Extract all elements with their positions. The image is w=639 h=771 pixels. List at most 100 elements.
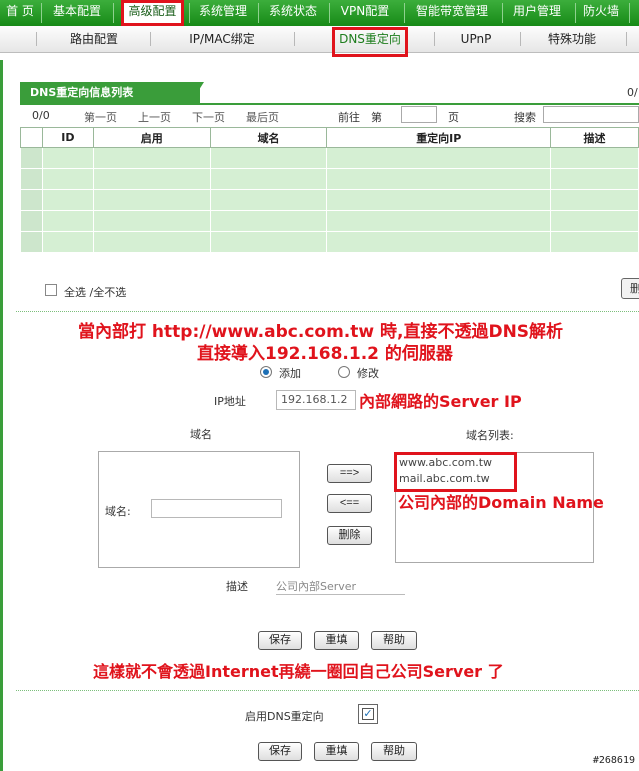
topnav-vpn-config[interactable]: VPN配置 [330,0,400,26]
description-label: 描述 [226,580,248,593]
table-cell [550,147,639,169]
search-label: 搜索 [514,111,536,124]
subnav-upnp[interactable]: UPnP [454,26,498,52]
table-cell [41,147,94,169]
ip-address-label: IP地址 [214,395,246,408]
subnav-special-functions[interactable]: 特殊功能 [540,26,604,52]
select-all-label[interactable]: 全选 /全不选 [64,284,126,300]
topnav-separator [629,3,630,23]
top-nav: 首 页 基本配置 高级配置 系统管理 系统状态 VPN配置 智能带宽管理 用户管… [0,0,639,26]
mode-add-label[interactable]: 添加 [279,365,301,381]
subnav-separator [520,32,521,46]
help-button[interactable]: 帮助 [371,631,417,650]
mode-modify-label[interactable]: 修改 [357,365,379,381]
highlight-box-domain-list [394,452,517,492]
table-cell [92,189,211,211]
topnav-system-management[interactable]: 系统管理 [190,0,256,26]
column-header-enabled: 启用 [92,127,211,148]
highlight-box-dns-redirect [332,27,408,57]
enable-dns-redirect-frame: ✓ [358,704,378,724]
table-cell [20,168,43,190]
topnav-bandwidth-management[interactable]: 智能带宽管理 [405,0,499,26]
annotation-domain-name: 公司內部的Domain Name [398,493,604,512]
table-cell [41,231,94,253]
pager-goto-label: 前往 [338,111,360,124]
table-cell [92,168,211,190]
subnav-separator [294,32,295,46]
page-count-right: 0/ [627,86,638,99]
enable-reset-button[interactable]: 重填 [314,742,359,761]
subnav-ip-mac-binding[interactable]: IP/MAC绑定 [180,26,264,52]
pager-page-suffix: 页 [448,111,459,124]
table-cell [550,189,639,211]
enable-help-button[interactable]: 帮助 [371,742,417,761]
column-header-domain: 域名 [209,127,328,148]
table-cell [550,210,639,232]
table-cell [41,210,94,232]
topnav-basic-config[interactable]: 基本配置 [42,0,112,26]
ip-address-input[interactable]: 192.168.1.2 [276,390,356,410]
annotation-server-ip: 內部網路的Server IP [359,392,522,411]
select-all-checkbox[interactable] [45,284,57,296]
delete-domain-button[interactable]: 删除 [327,526,372,545]
table-header-row: ID 启用 域名 重定向IP 描述 [20,127,639,148]
table-cell [92,231,211,253]
table-cell [326,189,552,211]
subnav-separator [434,32,435,46]
annotation-bottom: 這樣就不會透過Internet再繞一圈回自己公司Server 了 [93,662,504,681]
subnav-separator [36,32,37,46]
search-input[interactable] [543,106,639,123]
enable-save-button[interactable]: 保存 [258,742,302,761]
table-cell [550,168,639,190]
pager-next-link[interactable]: 下一页 [192,109,225,125]
highlight-box-advanced-config [121,0,184,26]
delete-selected-button[interactable]: 删 [621,278,639,299]
reset-button[interactable]: 重填 [314,631,359,650]
subnav-routing-config[interactable]: 路由配置 [56,26,132,52]
table-title: DNS重定向信息列表 [20,82,200,104]
column-header-id: ID [41,127,94,148]
pager-page-prefix: 第 [371,111,382,124]
description-input[interactable]: 公司內部Server [276,578,405,595]
watermark-id: #268619 [592,755,635,766]
section-divider [16,311,639,312]
domain-list-header: 域名列表: [466,429,514,442]
annotation-line-2: 直接導入192.168.1.2 的伺服器 [197,344,453,364]
page-number-input[interactable] [401,106,437,123]
table-cell [209,147,328,169]
table-cell [209,231,328,253]
column-header-select [20,127,43,148]
table-cell [326,168,552,190]
table-cell [209,168,328,190]
pager-first-link[interactable]: 第一页 [84,109,117,125]
enable-dns-redirect-label: 启用DNS重定向 [245,710,324,723]
mode-modify-radio[interactable] [338,366,350,378]
add-domain-button[interactable]: ==> [327,464,372,483]
pager-prev-link[interactable]: 上一页 [138,109,171,125]
table-row [20,231,639,253]
left-border [0,60,3,771]
table-top-line [20,103,639,105]
topnav-user-management[interactable]: 用户管理 [503,0,571,26]
remove-domain-button[interactable]: <== [327,494,372,513]
table-cell [20,210,43,232]
domain-entry-input[interactable] [151,499,282,518]
table-cell [41,189,94,211]
sub-nav: 路由配置 IP/MAC绑定 DNS重定向 UPnP 特殊功能 [0,26,639,53]
table-row [20,210,639,232]
mode-add-radio[interactable] [260,366,272,378]
enable-dns-redirect-checkbox[interactable]: ✓ [362,708,374,720]
table-cell [326,147,552,169]
topnav-home[interactable]: 首 页 [0,0,40,26]
table-cell [326,231,552,253]
section-divider [16,690,639,691]
table-cell [209,210,328,232]
topnav-firewall[interactable]: 防火墙 [576,0,626,26]
table-cell [20,189,43,211]
table-cell [20,231,43,253]
save-button[interactable]: 保存 [258,631,302,650]
table-cell [92,210,211,232]
pager-last-link[interactable]: 最后页 [246,109,279,125]
column-header-description: 描述 [550,127,639,148]
topnav-system-status[interactable]: 系统状态 [259,0,327,26]
